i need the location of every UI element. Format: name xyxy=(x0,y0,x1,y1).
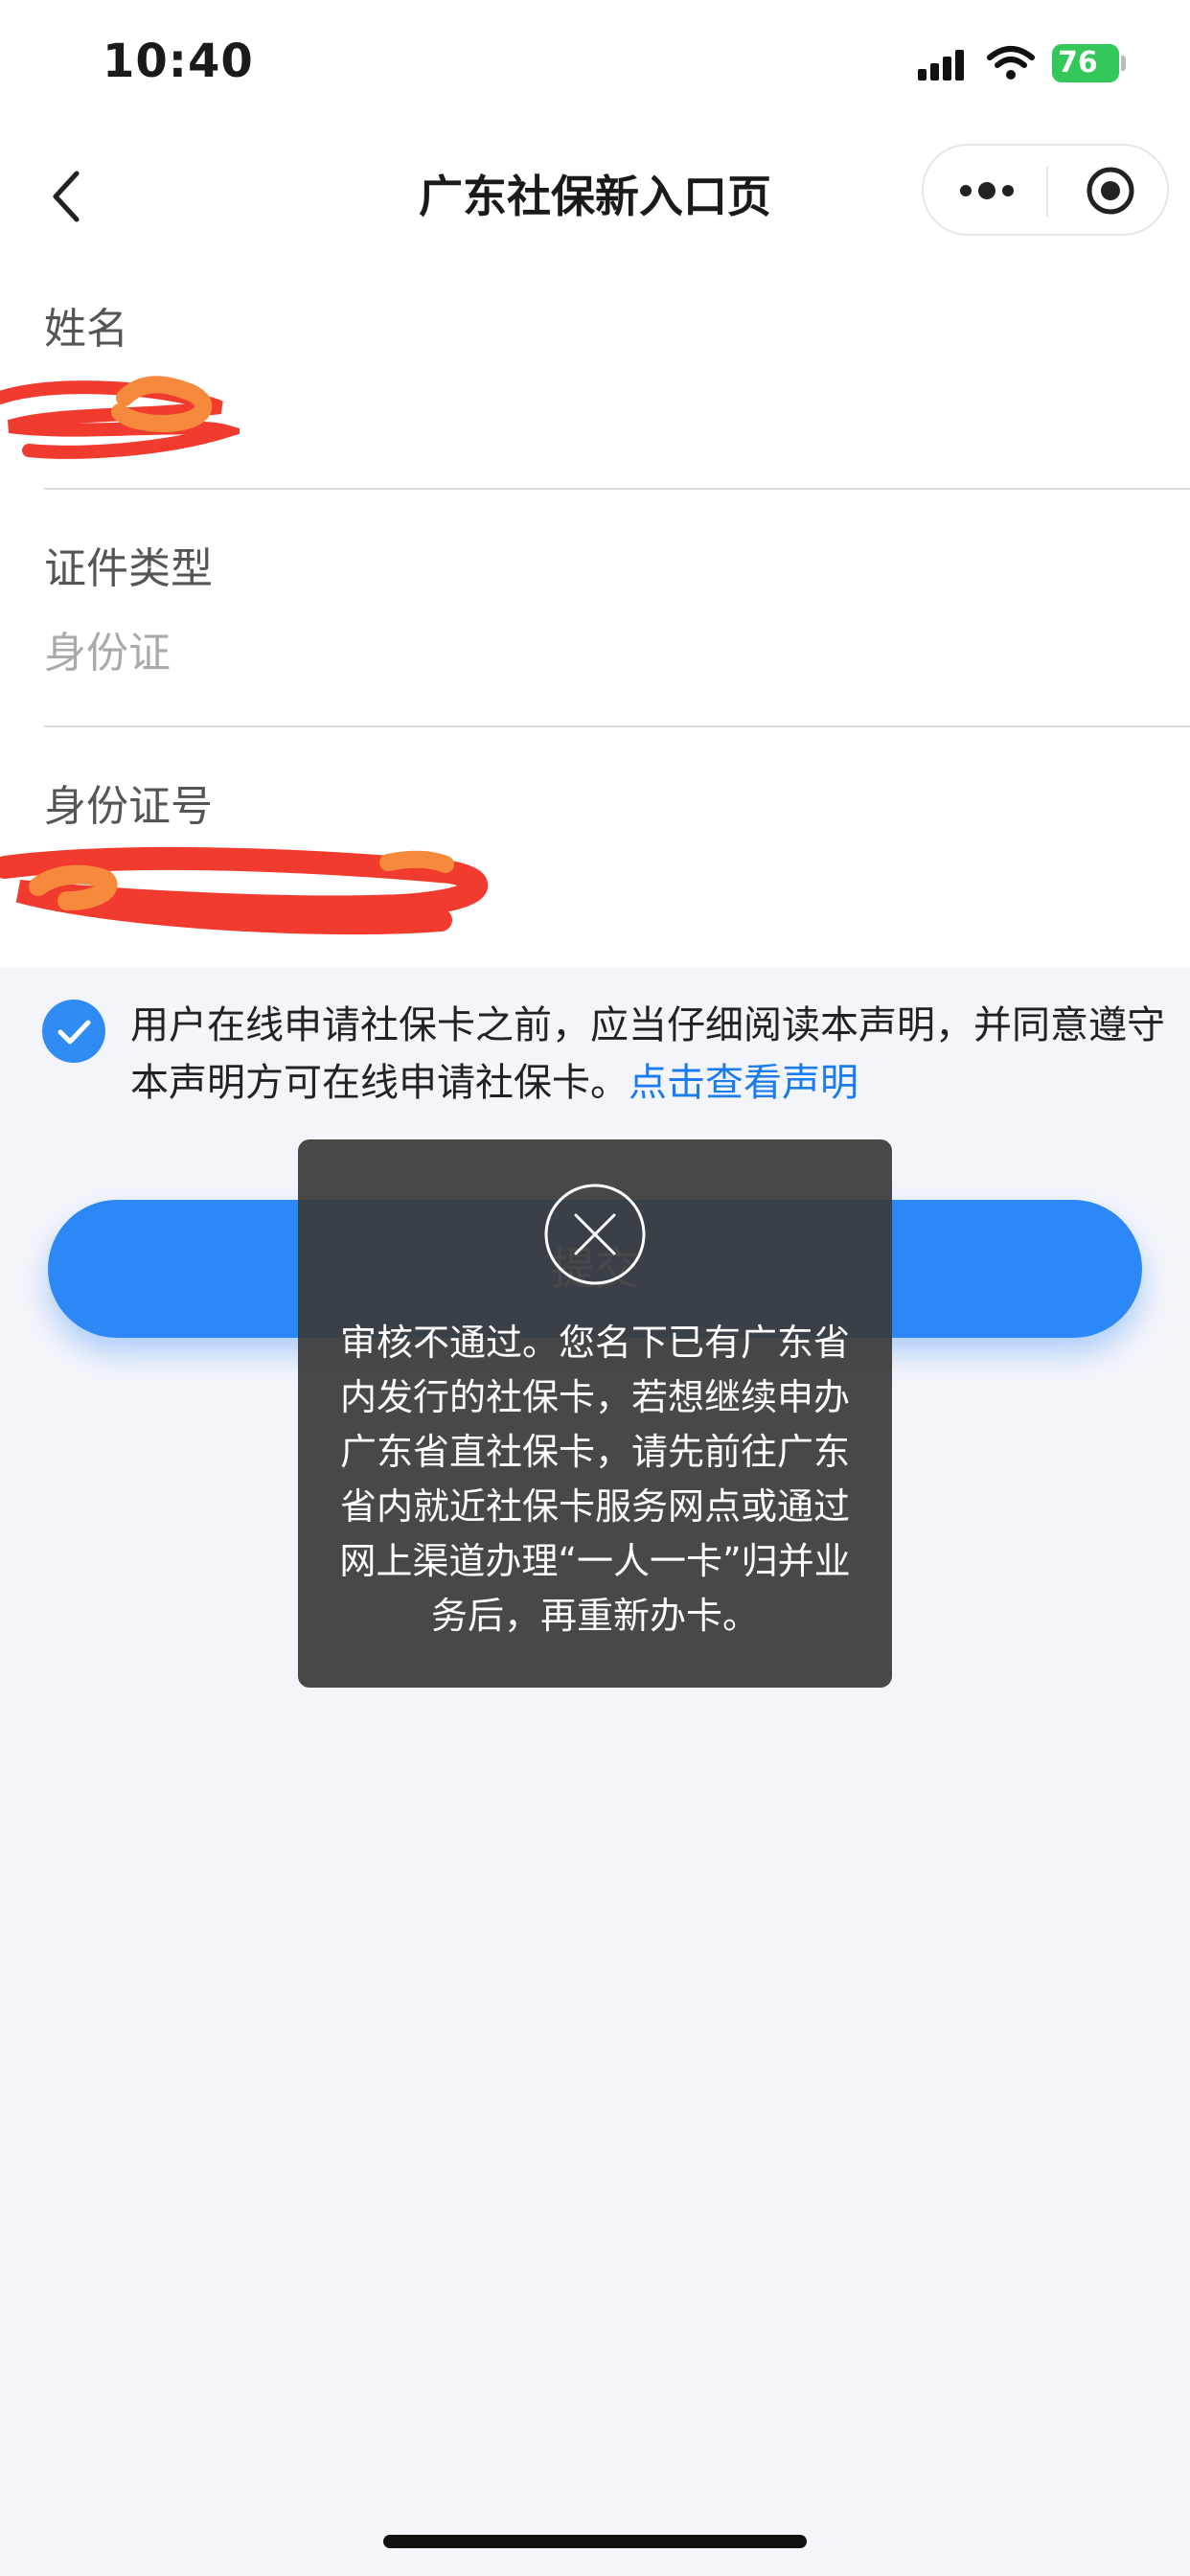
agreement-checkbox[interactable] xyxy=(42,1000,105,1063)
name-label: 姓名 xyxy=(44,305,128,354)
battery-tip xyxy=(1121,56,1126,71)
status-bar: 10:40 76 xyxy=(0,0,1190,129)
cellular-signal-icon xyxy=(918,48,968,80)
wifi-icon xyxy=(987,46,1035,80)
capsule-divider xyxy=(1046,167,1048,217)
check-icon xyxy=(57,1020,91,1045)
mini-program-capsule xyxy=(922,144,1169,236)
status-time: 10:40 xyxy=(103,34,254,88)
toast-message: 审核不通过。您名下已有广东省内发行的社保卡，若想继续申办广东省直社保卡，请先前往… xyxy=(339,1322,851,1637)
application-form: 姓名 证件类型 身份证 身份证号 xyxy=(0,254,1190,968)
id-number-label: 身份证号 xyxy=(44,782,213,831)
view-statement-link[interactable]: 点击查看声明 xyxy=(629,1061,858,1105)
id-type-divider xyxy=(44,725,1190,727)
more-icon[interactable] xyxy=(958,174,1016,207)
close-circle-icon xyxy=(544,1184,646,1285)
nav-bar: 广东社保新入口页 xyxy=(0,129,1190,254)
agreement-text: 用户在线申请社保卡之前，应当仔细阅读本声明，并同意遵守本声明方可在线申请社保卡。… xyxy=(130,997,1175,1112)
id-type-select[interactable]: 身份证 xyxy=(44,618,171,679)
home-indicator[interactable] xyxy=(383,2535,807,2548)
battery-level: 76 xyxy=(1058,46,1098,80)
close-mini-program-icon[interactable] xyxy=(1085,165,1136,217)
battery-icon: 76 xyxy=(1052,44,1119,82)
name-divider xyxy=(44,488,1190,490)
id-type-label: 证件类型 xyxy=(44,544,213,593)
error-toast: 审核不通过。您名下已有广东省内发行的社保卡，若想继续申办广东省直社保卡，请先前往… xyxy=(298,1139,892,1688)
